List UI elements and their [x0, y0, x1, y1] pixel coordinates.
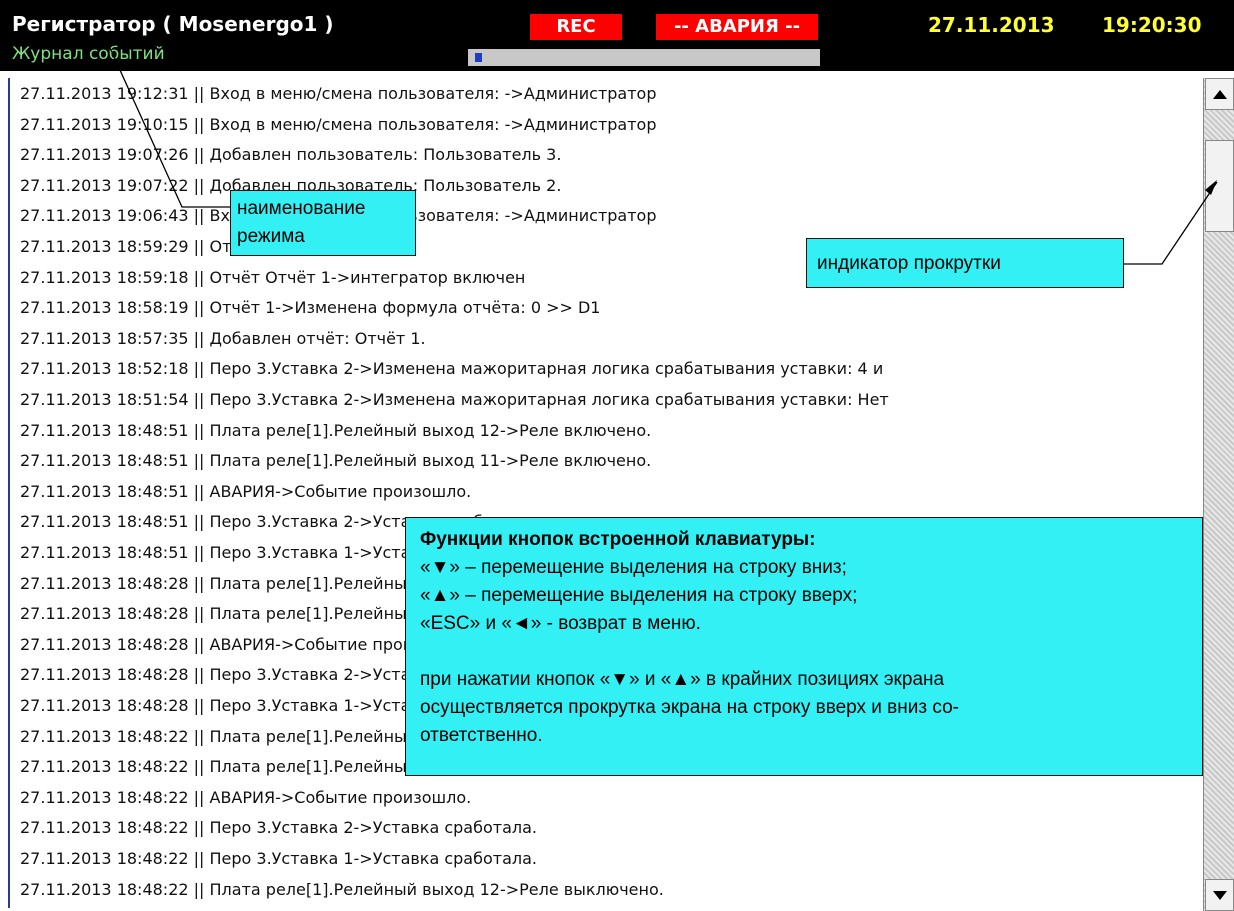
- log-row[interactable]: 27.11.2013 18:57:35 || Добавлен отчёт: О…: [20, 325, 426, 352]
- callout-keys-note2: осуществляется прокрутка экрана на строк…: [420, 697, 959, 718]
- current-date: 27.11.2013: [928, 13, 1055, 37]
- callout-mode-name-line2: режима: [237, 226, 305, 247]
- event-log-list[interactable]: 27.11.2013 19:12:31 || Вход в меню/смена…: [8, 78, 1204, 908]
- log-row[interactable]: 27.11.2013 18:59:18 || Отчёт Отчёт 1->ин…: [20, 264, 525, 291]
- log-row[interactable]: 27.11.2013 18:48:22 || Перо 3.Уставка 2-…: [20, 814, 537, 841]
- log-row[interactable]: 27.11.2013 18:48:22 || АВАРИЯ->Событие п…: [20, 784, 471, 811]
- log-row[interactable]: 27.11.2013 19:10:15 || Вход в меню/смена…: [20, 111, 657, 138]
- callout-keys-line3: «ESC» и «◄» - возврат в меню.: [420, 613, 701, 634]
- log-row[interactable]: 27.11.2013 18:48:28 || АВАРИЯ->Событие п…: [20, 631, 443, 658]
- log-row[interactable]: 27.11.2013 19:07:26 || Добавлен пользова…: [20, 141, 561, 168]
- log-row[interactable]: 27.11.2013 18:48:51 || Плата реле[1].Рел…: [20, 447, 651, 474]
- log-row[interactable]: 27.11.2013 18:51:54 || Перо 3.Уставка 2-…: [20, 386, 889, 413]
- log-row[interactable]: 27.11.2013 18:58:19 || Отчёт 1->Изменена…: [20, 294, 600, 321]
- callout-keys-line2: «▲» – перемещение выделения на строку вв…: [420, 585, 858, 606]
- alarm-indicator: -- АВАРИЯ --: [656, 14, 818, 40]
- callout-keys-note3: ответственно.: [420, 725, 543, 746]
- status-header: Регистратор ( Mosenergo1 ) Журнал событи…: [0, 0, 1234, 71]
- callout-keys-note1: при нажатии кнопок «▼» и «▲» в крайних п…: [420, 669, 945, 690]
- scroll-up-button[interactable]: [1205, 78, 1234, 110]
- recorder-screen: Регистратор ( Mosenergo1 ) Журнал событи…: [0, 0, 1234, 911]
- position-progress-fill: [475, 53, 482, 62]
- callout-keys-title: Функции кнопок встроенной клавиатуры:: [420, 529, 816, 550]
- callout-key-functions: Функции кнопок встроенной клавиатуры: «▼…: [405, 517, 1203, 776]
- callout-keys-line1: «▼» – перемещение выделения на строку вн…: [420, 557, 847, 578]
- device-title: Регистратор ( Mosenergo1 ): [12, 12, 334, 36]
- scroll-down-button[interactable]: [1205, 879, 1234, 911]
- log-row[interactable]: 27.11.2013 18:48:51 || АВАРИЯ->Событие п…: [20, 478, 471, 505]
- mode-name: Журнал событий: [12, 44, 165, 64]
- log-row[interactable]: 27.11.2013 18:48:22 || Плата реле[1].Рел…: [20, 876, 664, 903]
- callout-mode-name-line1: наименование: [237, 198, 366, 219]
- log-row[interactable]: 27.11.2013 18:48:22 || Перо 3.Уставка 1-…: [20, 845, 537, 872]
- callout-scroll-indicator: индикатор прокрутки: [806, 238, 1124, 288]
- current-time: 19:20:30: [1102, 13, 1202, 37]
- log-row[interactable]: 27.11.2013 19:12:31 || Вход в меню/смена…: [20, 80, 657, 107]
- scrollbar[interactable]: [1203, 78, 1234, 911]
- arrow-up-icon: [1213, 90, 1227, 99]
- rec-indicator: REC: [530, 14, 622, 40]
- position-progress-bar: [468, 49, 820, 66]
- scroll-indicator-thumb[interactable]: [1205, 140, 1234, 232]
- callout-mode-name: наименование режима: [230, 190, 416, 256]
- arrow-down-icon: [1213, 891, 1227, 900]
- log-row[interactable]: 27.11.2013 18:52:18 || Перо 3.Уставка 2-…: [20, 355, 883, 382]
- callout-keys-spacer: [420, 638, 1188, 666]
- log-row[interactable]: 27.11.2013 18:48:51 || Плата реле[1].Рел…: [20, 417, 651, 444]
